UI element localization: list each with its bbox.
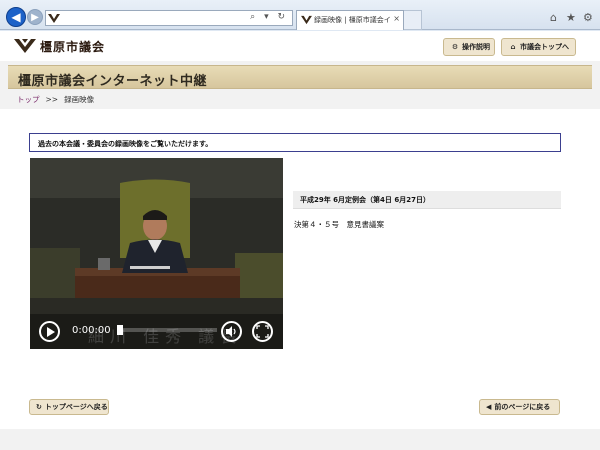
- intro-box: 過去の本会議・委員会の録画映像をご覧いただけます。: [29, 133, 561, 152]
- howto-label: 操作説明: [462, 43, 490, 51]
- new-tab-button[interactable]: [404, 10, 422, 30]
- gear-icon: ⚙: [451, 43, 459, 51]
- logo-text[interactable]: 橿原市議会: [40, 38, 105, 55]
- seek-bar[interactable]: [117, 325, 217, 335]
- address-tools-icons[interactable]: ⌕ ▾ ↻: [250, 12, 288, 22]
- volume-icon[interactable]: [221, 321, 242, 342]
- site-favicon-icon: [48, 14, 60, 23]
- page-viewport: 橿原市議会 ⚙ 操作説明 ⌂ 市議会トップへ 橿原市議会インターネット中継 トップ >…: [0, 31, 600, 450]
- triangle-left-icon: ◀: [486, 403, 492, 411]
- city-council-top-button[interactable]: ⌂ 市議会トップへ: [501, 38, 576, 56]
- video-player[interactable]: 細川 佳秀 議長 0:00:00: [30, 158, 283, 349]
- city-top-label: 市議会トップへ: [520, 43, 569, 51]
- forward-button[interactable]: ▶: [27, 9, 43, 25]
- prev-page-button[interactable]: ◀ 前のページに戻る: [479, 399, 560, 415]
- home-icon[interactable]: ⌂: [550, 11, 557, 24]
- page-footer: [0, 429, 600, 450]
- breadcrumb-separator: >>: [45, 95, 59, 104]
- play-icon[interactable]: [39, 321, 60, 342]
- breadcrumb-current: 録画映像: [64, 95, 95, 104]
- building-icon: ⌂: [510, 43, 516, 51]
- title-band: 橿原市議会インターネット中継: [8, 65, 592, 89]
- breadcrumb: トップ >> 録画映像: [17, 94, 94, 105]
- seek-handle[interactable]: [117, 325, 123, 335]
- back-to-top-button[interactable]: ↻ トップページへ戻る: [29, 399, 109, 415]
- browser-tab[interactable]: 録画映像 | 橿原市議会イン... ×: [296, 10, 404, 30]
- prev-page-label: 前のページに戻る: [494, 403, 551, 411]
- video-controls: 0:00:00: [30, 314, 283, 349]
- back-to-top-label: トップページへ戻る: [44, 403, 108, 411]
- page-title: 橿原市議会インターネット中継: [18, 74, 208, 89]
- tab-title: 録画映像 | 橿原市議会イン...: [314, 16, 390, 24]
- session-title: 平成29年 6月定例会（第4日 6月27日）: [300, 196, 430, 204]
- tab-favicon-icon: [301, 15, 312, 25]
- video-time: 0:00:00: [72, 325, 111, 336]
- browser-toolbar: ◀ ▶ ⌕ ▾ ↻ 録画映像 | 橿原市議会イン... × ⌂ ★ ⚙: [0, 0, 600, 30]
- back-button[interactable]: ◀: [6, 7, 26, 27]
- address-bar[interactable]: ⌕ ▾ ↻: [45, 10, 293, 26]
- city-emblem-icon[interactable]: [14, 38, 36, 54]
- speaker-icon: [226, 326, 236, 337]
- expand-icon: [256, 325, 269, 338]
- refresh-icon: ↻: [36, 403, 42, 411]
- settings-gear-icon[interactable]: ⚙: [583, 11, 593, 24]
- page-header: 橿原市議会 ⚙ 操作説明 ⌂ 市議会トップへ: [0, 31, 600, 61]
- session-header: 平成29年 6月定例会（第4日 6月27日）: [293, 191, 561, 209]
- howto-button[interactable]: ⚙ 操作説明: [443, 38, 495, 56]
- tab-close-icon[interactable]: ×: [393, 14, 400, 23]
- fullscreen-icon[interactable]: [252, 321, 273, 342]
- agenda-item[interactable]: 決第４・５号 意見書議案: [294, 219, 384, 230]
- main-content: 過去の本会議・委員会の録画映像をご覧いただけます。 細川 佳秀 議長 0:00:…: [0, 109, 600, 429]
- intro-text: 過去の本会議・委員会の録画映像をご覧いただけます。: [38, 140, 213, 148]
- favorites-star-icon[interactable]: ★: [566, 11, 576, 24]
- breadcrumb-top-link[interactable]: トップ: [17, 95, 40, 104]
